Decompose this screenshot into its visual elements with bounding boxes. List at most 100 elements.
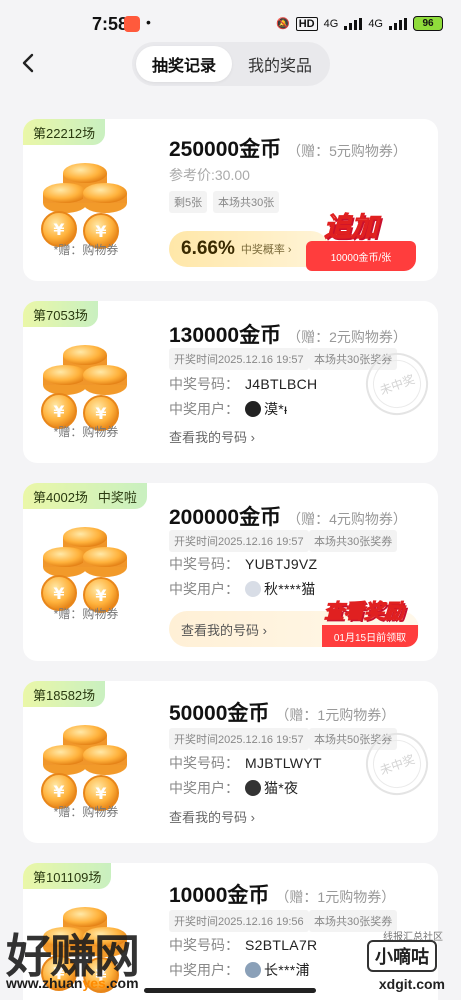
win-user-label: 中奖用户： [169,962,239,978]
tab-my-prizes[interactable]: 我的奖品 [232,46,328,82]
round-number: 第4002场 [33,489,88,505]
open-time-chip: 开奖时间2025.12.16 19:57 [169,348,309,370]
view-my-codes-link[interactable]: 查看我的号码 › [169,427,255,446]
svg-text:¥: ¥ [53,220,64,239]
svg-text:¥: ¥ [95,784,106,803]
reference-price: 参考价:30.00 [169,167,250,183]
svg-text:¥: ¥ [53,782,64,801]
avatar [245,401,261,417]
win-user: 猫*夜 [264,780,299,796]
prize-gift: （赠：2元购物券） [287,329,407,345]
prize-gift: （赠：1元购物券） [275,889,396,905]
round-number: 第18582场 [33,687,96,703]
segment-control: 抽奖记录 我的奖品 [132,42,330,86]
draw-card[interactable]: 第7053场 ¥ ¥ *赠：购物券 130000金币 （赠：2元购物券） 开奖时间… [23,301,438,463]
prize-gift: （赠：5元购物券） [287,143,407,159]
won-tag: 中奖啦 [97,489,137,505]
win-user: 长***浦 [264,962,310,978]
win-user-row: 中奖用户： 秋****猫 [169,579,316,599]
win-code-label: 中奖号码： [169,556,239,572]
watermark-left-url-c: .com [105,975,139,991]
add-ticket-button[interactable]: 10000金币/张 追加 [306,205,416,271]
win-user-label: 中奖用户： [169,780,239,796]
win-user-row: 中奖用户： 猫*夜 [169,778,298,798]
hd-icon: HD [295,16,318,31]
probability-pill[interactable]: 6.66% 中奖概率 › [169,231,329,267]
probability-value: 6.66% [181,238,235,259]
svg-text:¥: ¥ [53,402,64,421]
prize-title: 130000金币 （赠：2元购物券） [169,319,407,349]
coin-label: *赠：购物券 [53,243,119,257]
win-user-row: 中奖用户： 长***浦 [169,960,310,980]
probability-label: 中奖概率 › [240,244,292,256]
win-user-label: 中奖用户： [169,581,239,597]
prize-amount: 200000金币 [169,506,282,529]
win-code-row: 中奖号码： J4BTLBCH [169,374,317,394]
signal-icon-2 [389,17,407,30]
total-chip: 本场共30张 [213,191,280,213]
prize-amount: 10000金币 [169,884,270,907]
svg-text:¥: ¥ [53,584,64,603]
total-chip: 本场共30张奖券 [309,530,398,552]
win-user-row: 中奖用户： 漠*ᵻ [169,399,287,419]
open-time-chip: 开奖时间2025.12.16 19:57 [169,530,309,552]
round-badge: 第4002场 中奖啦 [23,483,147,509]
prize-amount: 130000金币 [169,324,282,347]
win-code-row: 中奖号码： S2BTLA7R [169,935,317,955]
battery-icon: 96 [413,16,443,31]
header: 抽奖记录 我的奖品 [0,40,461,90]
back-arrow-icon[interactable] [18,52,40,74]
status-right: 🔕 HD 4G 4G 96 [276,16,443,31]
svg-text:¥: ¥ [95,404,106,423]
status-time: 7:58 [92,14,129,34]
prize-gift: （赠：1元购物券） [275,707,396,723]
view-my-codes-link[interactable]: 查看我的号码 › [169,807,255,826]
win-code-label: 中奖号码： [169,376,239,392]
avatar [245,962,261,978]
watermark-right-logo: 小嘀咕 [367,940,437,972]
round-badge: 第22212场 [23,119,106,145]
draw-card[interactable]: 第4002场 中奖啦 ¥ ¥ *赠：购物券 200000金币 （赠：4元购物券） 开… [23,483,438,661]
round-number: 第22212场 [33,125,96,141]
round-badge: 第18582场 [23,681,106,707]
prize-amount: 50000金币 [169,702,270,725]
status-bar: 7:58 • 🔕 HD 4G 4G 96 [0,0,461,44]
win-code: YUBTJ9VZ [245,556,318,572]
coin-pile-icon: ¥ ¥ [35,713,131,813]
coin-pile-icon: ¥ ¥ [35,333,131,433]
watermark-left-url-b: yes [82,975,106,991]
draw-card[interactable]: 第22212场 ¥ ¥ *赠：购物券 250000金币 （赠：5元购物券） 参考价… [23,119,438,281]
add-ticket-label: 追加 [324,212,379,243]
round-number: 第7053场 [33,307,88,323]
win-code-row: 中奖号码： MJBTLWYT [169,753,322,773]
prize-title: 200000金币 （赠：4元购物券） [169,501,407,531]
open-time-chip: 开奖时间2025.12.16 19:56 [169,910,309,932]
coin-label: *赠：购物券 [53,425,119,439]
round-badge: 第7053场 [23,301,98,327]
win-code: S2BTLA7R [245,937,318,953]
open-time-chip: 开奖时间2025.12.16 19:57 [169,728,309,750]
coin-pile-icon: ¥ ¥ [35,151,131,251]
reward-deadline: 01月15日前领取 [322,625,418,647]
prize-title: 50000金币 （赠：1元购物券） [169,697,395,727]
win-code: J4BTLBCH [245,376,318,392]
win-code-row: 中奖号码： YUBTJ9VZ [169,554,317,574]
coin-label: *赠：购物券 [53,805,119,819]
watermark-left-url-a: www.zhuan [6,975,83,991]
network-label-1: 4G [323,17,339,30]
draw-card[interactable]: 第18582场 ¥ ¥ *赠：购物券 50000金币 （赠：1元购物券） 开奖时间… [23,681,438,843]
prize-gift: （赠：4元购物券） [287,511,407,527]
svg-text:¥: ¥ [95,586,106,605]
home-indicator[interactable] [144,988,316,993]
coin-label: *赠：购物券 [53,607,119,621]
watermark-right-url: xdgit.com [378,976,445,992]
more-notifications-icon: • [146,14,151,30]
tab-draw-records[interactable]: 抽奖记录 [136,46,232,82]
avatar [245,780,261,796]
app-notification-icon [124,16,140,32]
view-reward-button[interactable]: 01月15日前领取 查看奖励 [322,593,418,647]
avatar [245,581,261,597]
view-reward-label: 查看奖励 [324,601,405,624]
prize-amount: 250000金币 [169,138,282,161]
coin-pile-icon: ¥ ¥ [35,515,131,615]
